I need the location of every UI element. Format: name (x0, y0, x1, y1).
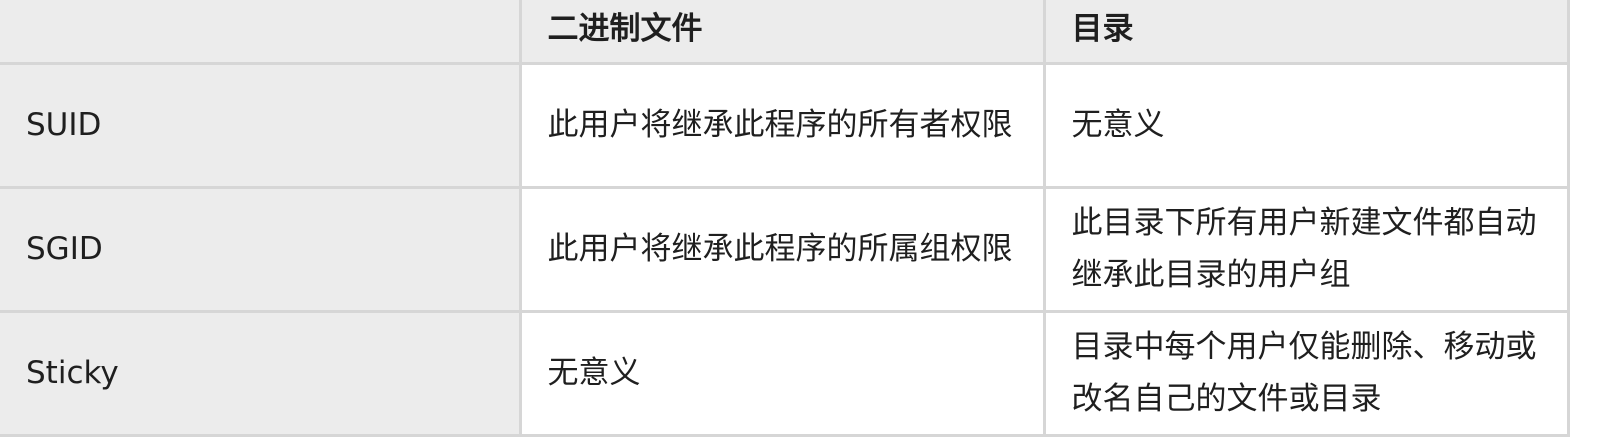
table-header-row: 二进制文件 目录 (0, 0, 1570, 65)
header-cell-empty (0, 0, 522, 65)
table-row: SUID 此用户将继承此程序的所有者权限 无意义 (0, 61, 1570, 189)
directory-cell: 无意义 (1042, 61, 1570, 189)
table-row: Sticky 无意义 目录中每个用户仅能删除、移动或改名自己的文件或目录 (0, 309, 1570, 437)
directory-cell: 目录中每个用户仅能删除、移动或改名自己的文件或目录 (1042, 309, 1570, 437)
row-label: SUID (0, 61, 522, 189)
directory-cell: 此目录下所有用户新建文件都自动继承此目录的用户组 (1042, 185, 1570, 313)
table-row: SGID 此用户将继承此程序的所属组权限 此目录下所有用户新建文件都自动继承此目… (0, 185, 1570, 313)
binary-cell: 此用户将继承此程序的所有者权限 (518, 61, 1046, 189)
binary-cell: 无意义 (518, 309, 1046, 437)
permission-table: 二进制文件 目录 SUID 此用户将继承此程序的所有者权限 无意义 SGID 此… (0, 0, 1570, 437)
binary-cell: 此用户将继承此程序的所属组权限 (518, 185, 1046, 313)
row-label: SGID (0, 185, 522, 313)
header-cell-binary: 二进制文件 (518, 0, 1046, 65)
header-cell-directory: 目录 (1042, 0, 1570, 65)
row-label: Sticky (0, 309, 522, 437)
